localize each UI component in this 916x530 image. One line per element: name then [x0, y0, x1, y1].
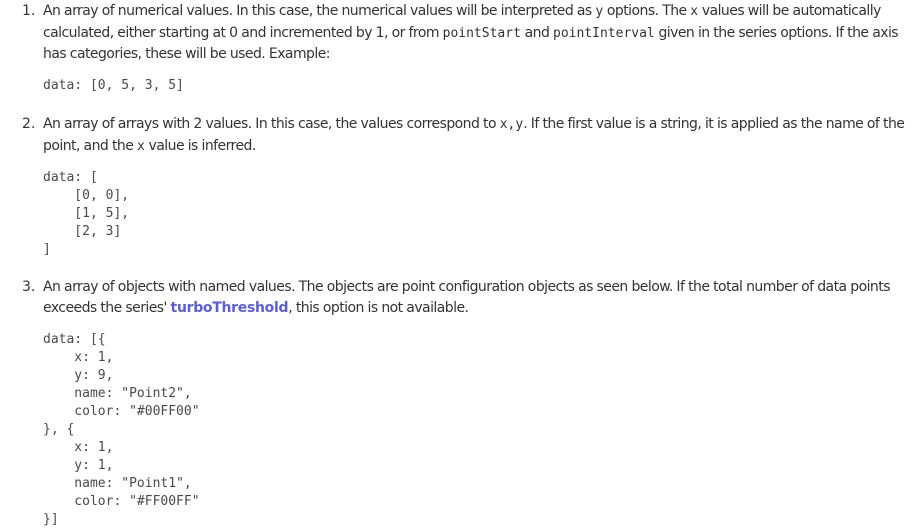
inline-code: x	[136, 138, 145, 154]
turbo-threshold-link[interactable]: turboThreshold	[171, 300, 289, 316]
list-number: 1.	[22, 3, 36, 19]
list-number: 2.	[22, 116, 36, 132]
inline-code: pointInterval	[553, 25, 655, 41]
list-item-text: An array of numerical values. In this ca…	[43, 3, 899, 62]
list-item-text: An array of objects with named values. T…	[43, 279, 891, 316]
inline-code: x	[690, 4, 699, 19]
code-example: data: [ [0, 0], [1, 5], [2, 3] ]	[43, 170, 130, 257]
inline-code: x,y	[499, 117, 524, 132]
code-example: data: [0, 5, 3, 5]	[43, 78, 184, 93]
inline-code: pointStart	[442, 25, 521, 41]
code-example: data: [{ x: 1, y: 9, name: "Point2", col…	[43, 332, 200, 527]
list-item-text: An array of arrays with 2 values. In thi…	[43, 116, 905, 154]
inline-code: y	[595, 4, 604, 19]
list-number: 3.	[22, 279, 36, 295]
